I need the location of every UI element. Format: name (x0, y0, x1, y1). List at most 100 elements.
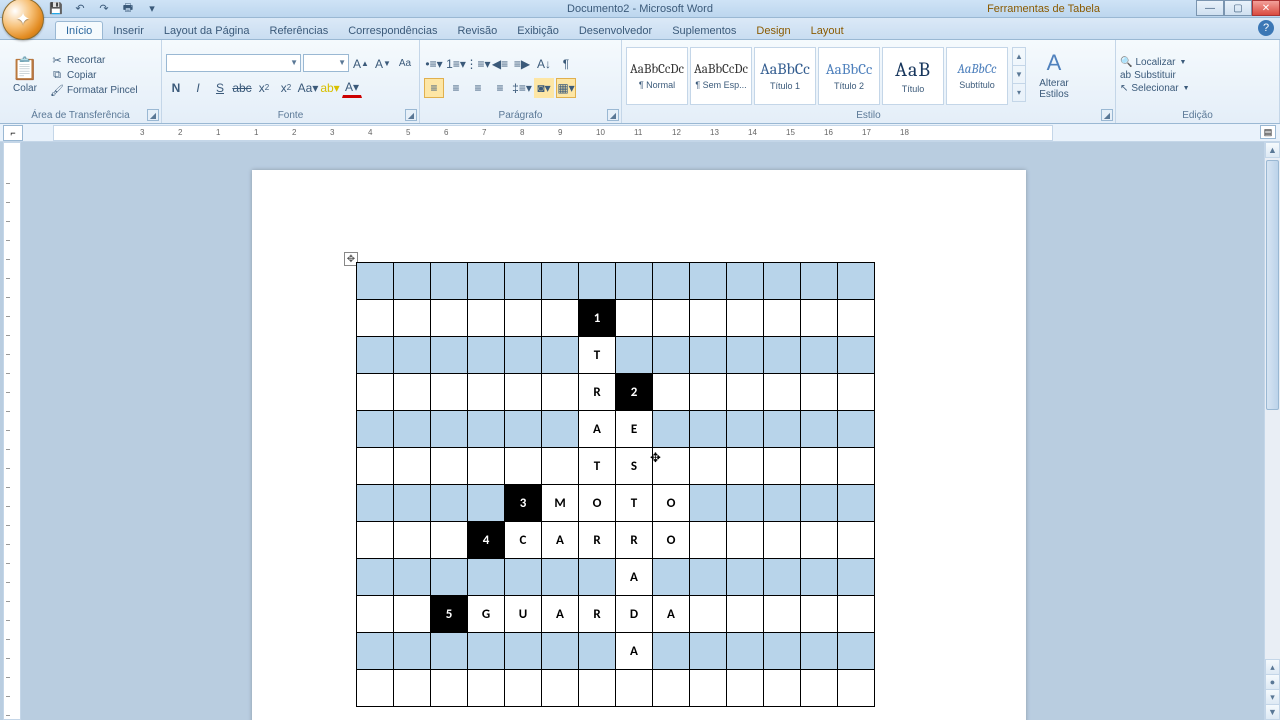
empty-cell[interactable] (357, 448, 394, 485)
gallery-more[interactable]: ▾ (1012, 83, 1026, 102)
empty-cell[interactable] (653, 559, 690, 596)
empty-cell[interactable] (727, 670, 764, 707)
save-icon[interactable]: 💾 (48, 1, 64, 17)
shading-button[interactable]: ◙▾ (534, 78, 554, 98)
empty-cell[interactable] (505, 337, 542, 374)
font-launcher[interactable]: ◢ (405, 109, 417, 121)
empty-cell[interactable] (764, 374, 801, 411)
empty-cell[interactable] (394, 522, 431, 559)
font-color-button[interactable]: A▾ (342, 78, 362, 98)
empty-cell[interactable] (468, 263, 505, 300)
style-title[interactable]: AaBTítulo (882, 47, 944, 105)
empty-cell[interactable] (801, 485, 838, 522)
numbering-button[interactable]: 1≡▾ (446, 54, 466, 74)
empty-cell[interactable] (690, 670, 727, 707)
horizontal-ruler[interactable]: 321123456789101112131415161718 (53, 125, 1053, 141)
empty-cell[interactable] (579, 559, 616, 596)
letter-cell[interactable]: R (579, 522, 616, 559)
empty-cell[interactable] (542, 374, 579, 411)
empty-cell[interactable] (690, 596, 727, 633)
empty-cell[interactable] (542, 300, 579, 337)
clue-number-cell[interactable]: 4 (468, 522, 505, 559)
empty-cell[interactable] (838, 374, 875, 411)
empty-cell[interactable] (801, 337, 838, 374)
letter-cell[interactable]: O (579, 485, 616, 522)
bullets-button[interactable]: •≡▾ (424, 54, 444, 74)
highlight-button[interactable]: ab▾ (320, 78, 340, 98)
copy-button[interactable]: ⧉Copiar (50, 69, 138, 82)
font-name-combo[interactable]: ▼ (166, 54, 301, 72)
superscript-button[interactable]: x2 (276, 78, 296, 98)
empty-cell[interactable] (801, 411, 838, 448)
empty-cell[interactable] (394, 559, 431, 596)
redo-icon[interactable]: ↷ (96, 1, 112, 17)
empty-cell[interactable] (727, 485, 764, 522)
style-subtitle[interactable]: AaBbCcSubtítulo (946, 47, 1008, 105)
shrink-font-button[interactable]: A▼ (373, 54, 393, 74)
empty-cell[interactable] (468, 411, 505, 448)
align-left-button[interactable]: ≡ (424, 78, 444, 98)
empty-cell[interactable] (727, 448, 764, 485)
empty-cell[interactable] (764, 337, 801, 374)
empty-cell[interactable] (431, 411, 468, 448)
select-button[interactable]: ↖Selecionar▼ (1120, 83, 1190, 94)
empty-cell[interactable] (542, 633, 579, 670)
print-preview-icon[interactable]: 🖶 (120, 1, 136, 17)
tab-developer[interactable]: Desenvolvedor (569, 22, 662, 39)
letter-cell[interactable]: O (653, 522, 690, 559)
empty-cell[interactable] (357, 670, 394, 707)
empty-cell[interactable] (690, 559, 727, 596)
empty-cell[interactable] (801, 559, 838, 596)
empty-cell[interactable] (764, 670, 801, 707)
empty-cell[interactable] (764, 300, 801, 337)
letter-cell[interactable]: T (579, 337, 616, 374)
clear-formatting-button[interactable]: Aa (395, 54, 415, 74)
empty-cell[interactable] (801, 670, 838, 707)
bold-button[interactable]: N (166, 78, 186, 98)
empty-cell[interactable] (727, 559, 764, 596)
empty-cell[interactable] (468, 670, 505, 707)
paste-button[interactable]: 📋 Colar (4, 57, 46, 94)
empty-cell[interactable] (394, 300, 431, 337)
empty-cell[interactable] (431, 559, 468, 596)
empty-cell[interactable] (653, 633, 690, 670)
scroll-down-button[interactable]: ▼ (1265, 704, 1280, 720)
empty-cell[interactable] (727, 596, 764, 633)
letter-cell[interactable]: R (579, 596, 616, 633)
empty-cell[interactable] (394, 337, 431, 374)
multilevel-button[interactable]: ⋮≡▾ (468, 54, 488, 74)
undo-icon[interactable]: ↶ (72, 1, 88, 17)
empty-cell[interactable] (690, 300, 727, 337)
help-icon[interactable]: ? (1258, 20, 1274, 36)
empty-cell[interactable] (838, 448, 875, 485)
empty-cell[interactable] (394, 485, 431, 522)
empty-cell[interactable] (801, 596, 838, 633)
empty-cell[interactable] (394, 633, 431, 670)
show-marks-button[interactable]: ¶ (556, 54, 576, 74)
empty-cell[interactable] (653, 337, 690, 374)
empty-cell[interactable] (579, 670, 616, 707)
empty-cell[interactable] (616, 337, 653, 374)
align-center-button[interactable]: ≡ (446, 78, 466, 98)
find-button[interactable]: 🔍Localizar▼ (1120, 57, 1190, 68)
empty-cell[interactable] (357, 263, 394, 300)
empty-cell[interactable] (690, 633, 727, 670)
empty-cell[interactable] (394, 596, 431, 633)
empty-cell[interactable] (727, 263, 764, 300)
empty-cell[interactable] (616, 670, 653, 707)
letter-cell[interactable]: R (579, 374, 616, 411)
empty-cell[interactable] (616, 300, 653, 337)
empty-cell[interactable] (653, 263, 690, 300)
letter-cell[interactable]: D (616, 596, 653, 633)
empty-cell[interactable] (468, 633, 505, 670)
letter-cell[interactable]: O (653, 485, 690, 522)
clue-number-cell[interactable]: 5 (431, 596, 468, 633)
empty-cell[interactable] (764, 448, 801, 485)
tab-page-layout[interactable]: Layout da Página (154, 22, 260, 39)
empty-cell[interactable] (838, 633, 875, 670)
strikethrough-button[interactable]: abc (232, 78, 252, 98)
empty-cell[interactable] (431, 633, 468, 670)
empty-cell[interactable] (690, 337, 727, 374)
letter-cell[interactable]: A (616, 633, 653, 670)
tab-table-design[interactable]: Design (746, 22, 800, 39)
